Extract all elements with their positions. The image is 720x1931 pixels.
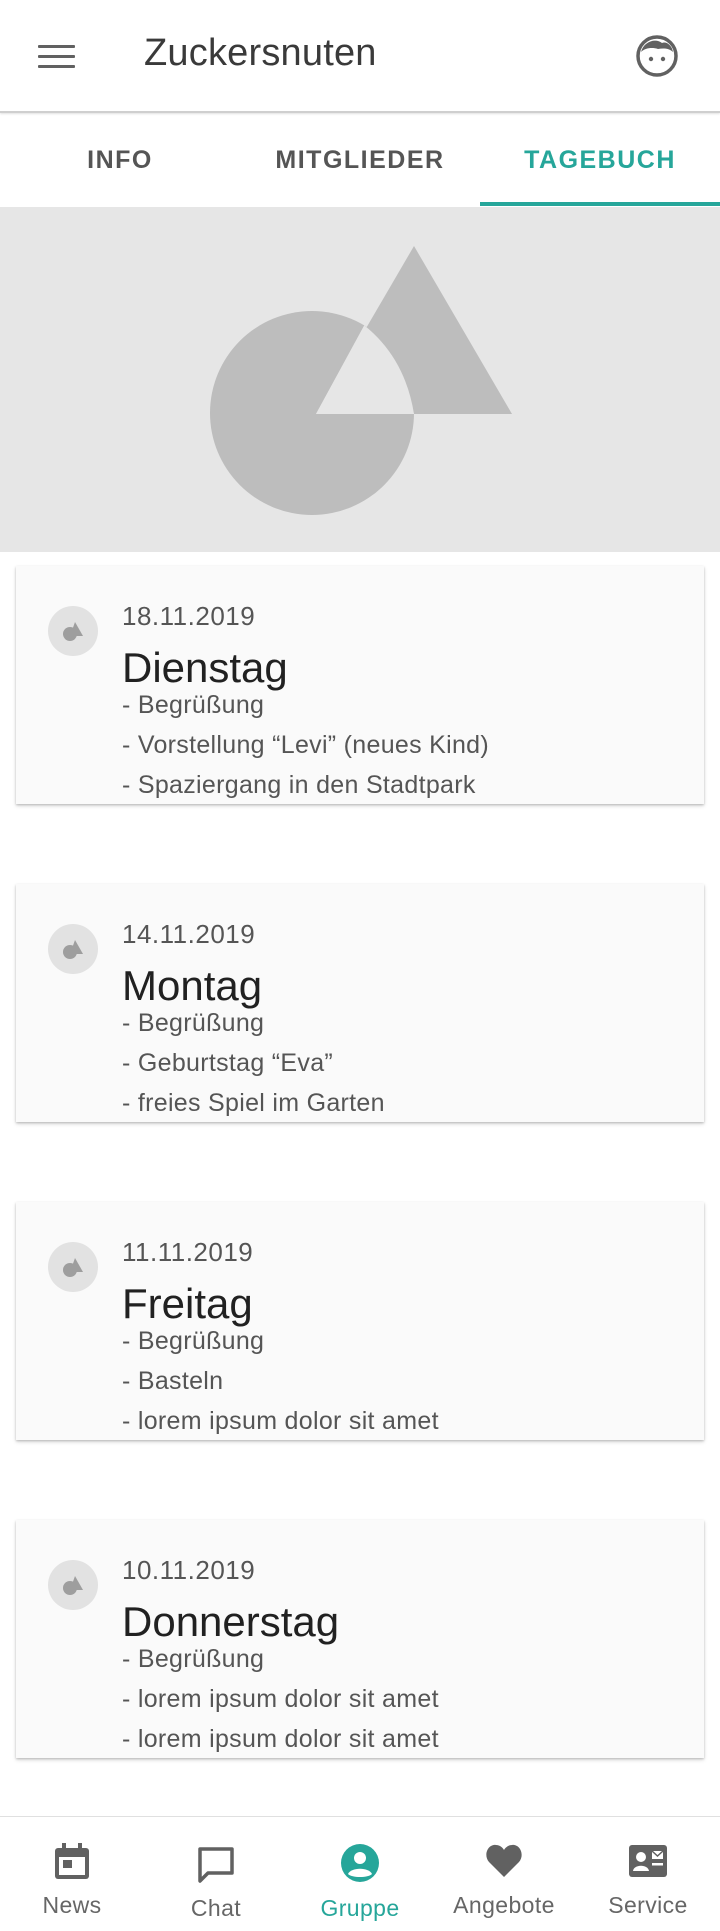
entry-line: - Vorstellung “Levi” (neues Kind) bbox=[122, 731, 490, 759]
entry-line: - Begrüßung bbox=[122, 691, 265, 719]
entry-line: - lorem ipsum dolor sit amet bbox=[122, 1685, 439, 1713]
entry-line: - Begrüßung bbox=[122, 1645, 265, 1673]
entry-day: Montag bbox=[122, 962, 263, 1009]
contact-card-icon bbox=[629, 1845, 667, 1877]
tab-info[interactable]: INFO bbox=[0, 113, 240, 207]
app-bar: Zuckersnuten bbox=[0, 0, 720, 113]
entry-line: - lorem ipsum dolor sit amet bbox=[122, 1407, 439, 1435]
entry-avatar-icon bbox=[48, 606, 98, 656]
page-title: Zuckersnuten bbox=[144, 32, 377, 74]
entry-date: 14.11.2019 bbox=[122, 919, 256, 949]
diary-entry-card[interactable]: 10.11.2019 Donnerstag - Begrüßung - lore… bbox=[16, 1520, 704, 1758]
entry-line: - Basteln bbox=[122, 1367, 224, 1395]
calendar-icon bbox=[55, 1843, 89, 1879]
entry-line: - Geburtstag “Eva” bbox=[122, 1049, 334, 1077]
entry-day: Dienstag bbox=[122, 644, 288, 691]
entry-day: Donnerstag bbox=[122, 1598, 340, 1645]
tab-bar: INFO MITGLIEDER TAGEBUCH bbox=[0, 113, 720, 208]
account-circle-icon bbox=[341, 1844, 379, 1882]
bottom-navigation: News Chat Gruppe Angebote Service bbox=[0, 1816, 720, 1931]
child-face-icon[interactable] bbox=[636, 35, 678, 77]
tab-tagebuch[interactable]: TAGEBUCH bbox=[480, 113, 720, 207]
heart-icon bbox=[486, 1844, 522, 1877]
entry-avatar-icon bbox=[48, 1560, 98, 1610]
nav-label: News bbox=[42, 1892, 102, 1918]
tab-mitglieder[interactable]: MITGLIEDER bbox=[240, 113, 480, 207]
nav-label: Service bbox=[608, 1892, 688, 1918]
entry-avatar-icon bbox=[48, 924, 98, 974]
nav-label: Angebote bbox=[453, 1892, 555, 1918]
menu-icon[interactable] bbox=[38, 45, 75, 69]
nav-label: Gruppe bbox=[320, 1895, 400, 1921]
hero-image bbox=[0, 208, 720, 552]
entry-line: - lorem ipsum dolor sit amet bbox=[122, 1725, 439, 1753]
entry-date: 18.11.2019 bbox=[122, 601, 256, 631]
chat-bubble-icon bbox=[198, 1847, 234, 1883]
entry-line: - freies Spiel im Garten bbox=[122, 1089, 385, 1117]
nav-item-service[interactable]: Service bbox=[576, 1817, 720, 1931]
diary-entry-card[interactable]: 18.11.2019 Dienstag - Begrüßung - Vorste… bbox=[16, 566, 704, 804]
entry-line: - Begrüßung bbox=[122, 1009, 265, 1037]
entry-date: 10.11.2019 bbox=[122, 1555, 256, 1585]
entry-day: Freitag bbox=[122, 1280, 253, 1327]
nav-label: Chat bbox=[190, 1895, 242, 1921]
active-tab-indicator bbox=[480, 202, 720, 206]
nav-item-news[interactable]: News bbox=[0, 1817, 144, 1931]
entry-date: 11.11.2019 bbox=[122, 1237, 254, 1267]
nav-item-chat[interactable]: Chat bbox=[144, 1817, 288, 1931]
nav-item-gruppe[interactable]: Gruppe bbox=[288, 1817, 432, 1931]
diary-entry-card[interactable]: 14.11.2019 Montag - Begrüßung - Geburtst… bbox=[16, 884, 704, 1122]
diary-entry-card[interactable]: 11.11.2019 Freitag - Begrüßung - Basteln… bbox=[16, 1202, 704, 1440]
entry-avatar-icon bbox=[48, 1242, 98, 1292]
image-placeholder-icon bbox=[210, 246, 512, 515]
nav-item-angebote[interactable]: Angebote bbox=[432, 1817, 576, 1931]
entry-line: - Spaziergang in den Stadtpark bbox=[122, 771, 476, 799]
entry-line: - Begrüßung bbox=[122, 1327, 265, 1355]
